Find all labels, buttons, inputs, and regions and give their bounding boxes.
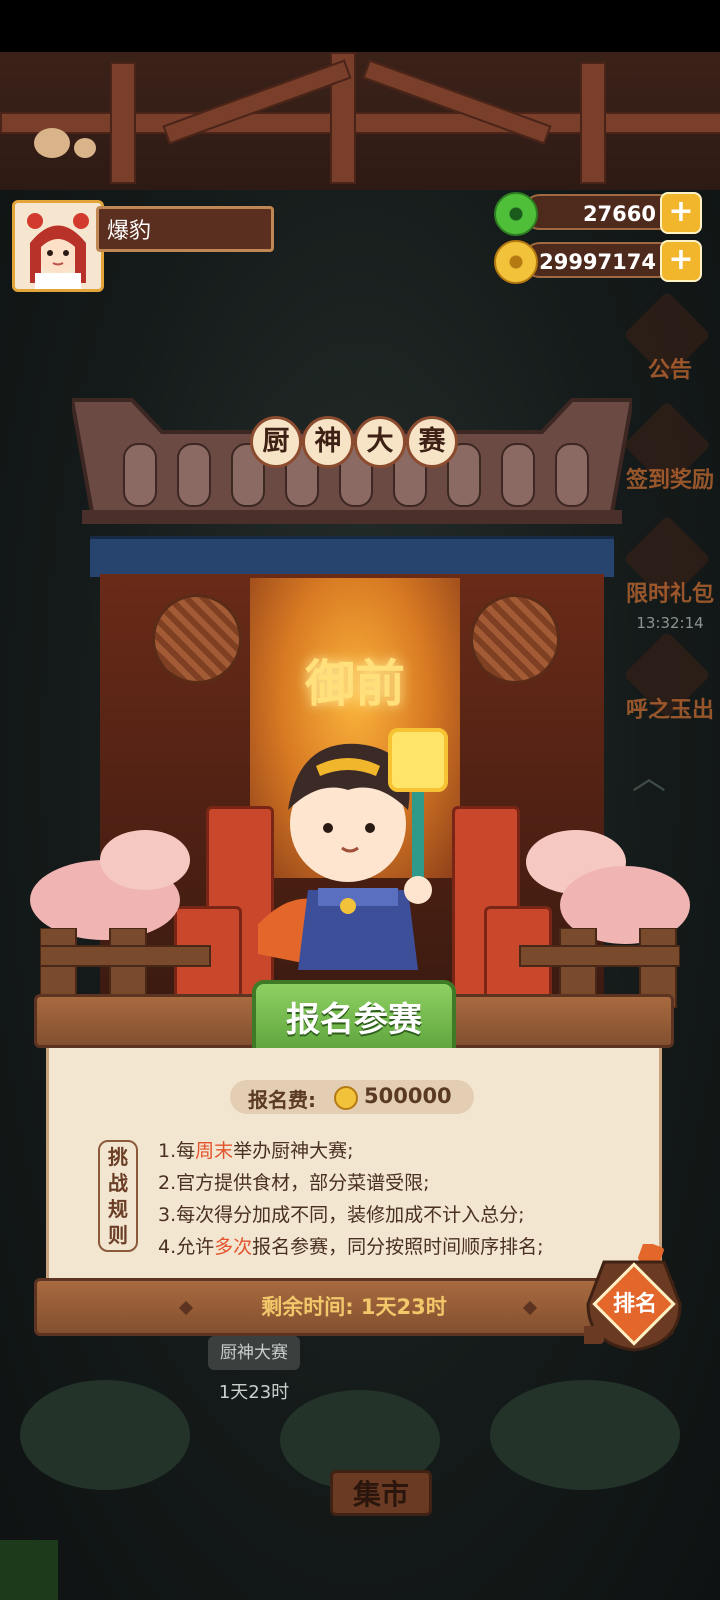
- side-item-label: 呼之玉出: [625, 698, 714, 723]
- rule-line-1: 1.每周末举办厨神大赛;: [158, 1140, 354, 1162]
- side-item-label: 限时礼包: [625, 582, 714, 607]
- rules-tag-text: 挑战规则: [108, 1145, 128, 1247]
- event-title-char: 大: [354, 416, 406, 468]
- coin-icon: [494, 240, 538, 284]
- basket-decoration: [152, 594, 242, 684]
- chef-character: [258, 728, 448, 970]
- blossom-tree: [100, 830, 190, 890]
- event-shortcut[interactable]: 厨神大赛: [208, 1336, 300, 1370]
- rank-label[interactable]: 排名: [600, 1286, 670, 1318]
- status-bar: [0, 0, 720, 52]
- side-item-announcement[interactable]: 公告: [620, 291, 712, 392]
- event-shortcut-timer: 1天23时: [218, 1382, 290, 1403]
- add-jade-button[interactable]: +: [660, 192, 702, 234]
- fee-label: 报名费:: [248, 1088, 316, 1112]
- rule-line-2: 2.官方提供食材，部分菜谱受限;: [158, 1172, 430, 1194]
- imperial-sign: 御前: [305, 655, 405, 713]
- rule-line-3: 3.每次得分加成不同，装修加成不计入总分;: [158, 1204, 525, 1226]
- jade-icon: [494, 192, 538, 236]
- event-title: 厨 神 大 赛: [250, 410, 458, 470]
- remaining-time-bar: 剩余时间: 1天23时: [34, 1278, 674, 1336]
- collapse-menu-icon[interactable]: ︿: [632, 750, 672, 798]
- player-avatar[interactable]: [12, 200, 104, 292]
- remaining-time-text: 剩余时间: 1天23时: [261, 1295, 447, 1319]
- rule-line-4: 4.允许多次报名参赛，同分按照时间顺序排名;: [158, 1236, 544, 1258]
- add-coin-button[interactable]: +: [660, 240, 702, 282]
- corner-widget: [0, 1540, 58, 1600]
- temple-band: [90, 536, 614, 577]
- side-item-label: 公告: [647, 358, 692, 383]
- signup-button[interactable]: 报名参赛: [252, 980, 456, 1058]
- rules-tag: 挑战规则: [98, 1140, 138, 1252]
- coin-icon: [334, 1086, 358, 1110]
- market-stall: [490, 1380, 680, 1490]
- side-item-checkin[interactable]: 签到奖励: [620, 401, 714, 502]
- market-sign[interactable]: 集市: [330, 1470, 432, 1516]
- event-title-char: 神: [302, 416, 354, 468]
- side-item-label: 签到奖励: [625, 468, 714, 493]
- side-item-timed-pack[interactable]: 限时礼包 13:32:14: [620, 515, 714, 632]
- basket-decoration: [470, 594, 560, 684]
- timed-pack-timer: 13:32:14: [636, 614, 704, 632]
- event-title-char: 厨: [250, 416, 302, 468]
- player-name: 爆豹: [96, 206, 274, 252]
- side-item-jade-event[interactable]: 呼之玉出: [620, 631, 714, 732]
- ceiling-beams: [0, 52, 720, 192]
- market-stall: [20, 1380, 190, 1490]
- fee-value: 500000: [364, 1084, 452, 1108]
- event-title-char: 赛: [406, 416, 458, 468]
